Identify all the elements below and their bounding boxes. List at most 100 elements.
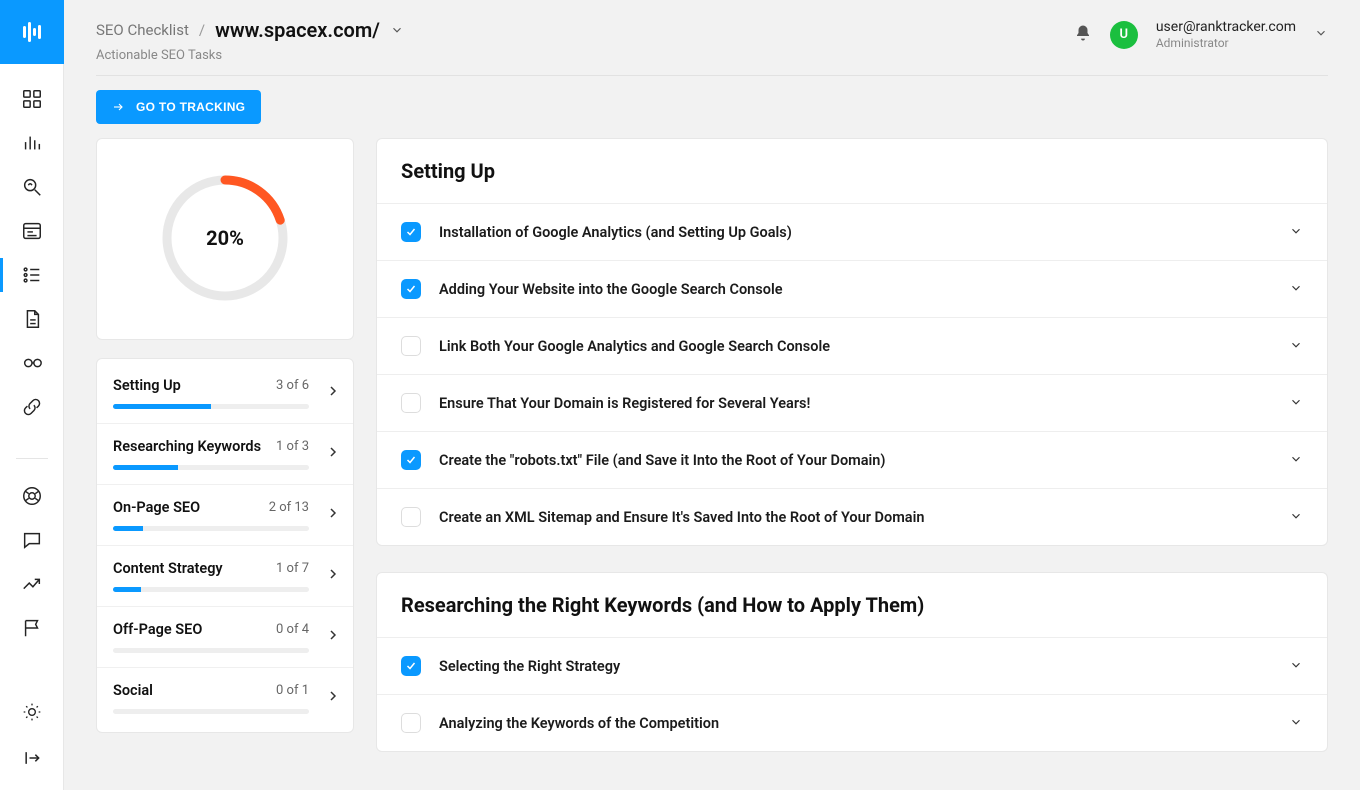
task-row[interactable]: Installation of Google Analytics (and Se… bbox=[377, 203, 1327, 260]
nav-trend[interactable] bbox=[0, 573, 64, 595]
main-area: SEO Checklist / www.spacex.com/ Actionab… bbox=[64, 0, 1360, 790]
nav-collapse[interactable] bbox=[22, 748, 42, 772]
category-count: 1 of 3 bbox=[276, 439, 309, 454]
nav-rail bbox=[0, 0, 64, 790]
task-label: Analyzing the Keywords of the Competitio… bbox=[439, 715, 1271, 732]
category-title: Researching Keywords bbox=[113, 438, 261, 455]
nav-audit[interactable] bbox=[0, 308, 64, 330]
category-count: 0 of 1 bbox=[276, 683, 309, 698]
nav-help[interactable] bbox=[0, 485, 64, 507]
task-label: Ensure That Your Domain is Registered fo… bbox=[439, 395, 1271, 412]
chevron-down-icon bbox=[1289, 223, 1303, 242]
category-count: 0 of 4 bbox=[276, 622, 309, 637]
task-checkbox[interactable] bbox=[401, 713, 421, 733]
go-to-tracking-button[interactable]: GO TO TRACKING bbox=[96, 90, 261, 124]
task-label: Installation of Google Analytics (and Se… bbox=[439, 224, 1271, 241]
task-checkbox[interactable] bbox=[401, 450, 421, 470]
chevron-right-icon bbox=[325, 566, 341, 586]
task-row[interactable]: Link Both Your Google Analytics and Goog… bbox=[377, 317, 1327, 374]
task-row[interactable]: Selecting the Right Strategy bbox=[377, 637, 1327, 694]
nav-backlink[interactable] bbox=[0, 396, 64, 418]
task-label: Create an XML Sitemap and Ensure It's Sa… bbox=[439, 509, 1271, 526]
category-progress-bar bbox=[113, 465, 309, 470]
category-count: 2 of 13 bbox=[269, 500, 309, 515]
user-menu-toggle[interactable] bbox=[1314, 25, 1328, 44]
nav-checklist[interactable] bbox=[0, 264, 64, 286]
task-row[interactable]: Analyzing the Keywords of the Competitio… bbox=[377, 694, 1327, 751]
category-title: Content Strategy bbox=[113, 560, 223, 577]
section-title: Setting Up bbox=[376, 138, 1328, 203]
task-checkbox[interactable] bbox=[401, 507, 421, 527]
task-row[interactable]: Create an XML Sitemap and Ensure It's Sa… bbox=[377, 488, 1327, 545]
task-checkbox[interactable] bbox=[401, 336, 421, 356]
chevron-right-icon bbox=[325, 688, 341, 708]
user-role: Administrator bbox=[1156, 36, 1296, 52]
task-checkbox[interactable] bbox=[401, 656, 421, 676]
category-item[interactable]: On-Page SEO2 of 13 bbox=[97, 485, 353, 546]
user-info: user@ranktracker.com Administrator bbox=[1156, 18, 1296, 52]
nav-keyword-research[interactable] bbox=[0, 176, 64, 198]
category-item[interactable]: Social 0 of 1 bbox=[97, 668, 353, 728]
nav-theme[interactable] bbox=[22, 702, 42, 726]
sections-column: Setting Up Installation of Google Analyti… bbox=[376, 138, 1328, 752]
chevron-down-icon[interactable] bbox=[390, 23, 404, 37]
chevron-right-icon bbox=[325, 505, 341, 525]
category-progress-bar bbox=[113, 526, 309, 531]
page-header: SEO Checklist / www.spacex.com/ Actionab… bbox=[64, 0, 1360, 69]
task-row[interactable]: Create the "robots.txt" File (and Save i… bbox=[377, 431, 1327, 488]
breadcrumb-domain[interactable]: www.spacex.com/ bbox=[215, 18, 380, 42]
task-checkbox[interactable] bbox=[401, 222, 421, 242]
app-logo[interactable] bbox=[0, 0, 64, 64]
header-divider bbox=[96, 75, 1328, 76]
task-section: Setting Up Installation of Google Analyti… bbox=[376, 138, 1328, 546]
content-area: 20% Setting Up 3 of 6 Researching Keywords… bbox=[64, 138, 1360, 790]
task-checkbox[interactable] bbox=[401, 279, 421, 299]
chevron-right-icon bbox=[325, 383, 341, 403]
nav-analytics[interactable] bbox=[0, 132, 64, 154]
chevron-right-icon bbox=[325, 444, 341, 464]
nav-serp[interactable] bbox=[0, 220, 64, 242]
progress-percent-label: 20% bbox=[150, 163, 300, 313]
cta-label: GO TO TRACKING bbox=[136, 100, 245, 114]
task-checkbox[interactable] bbox=[401, 393, 421, 413]
user-avatar[interactable]: U bbox=[1110, 21, 1138, 49]
nav-bottom bbox=[22, 702, 42, 790]
task-label: Adding Your Website into the Google Sear… bbox=[439, 281, 1271, 298]
chevron-down-icon bbox=[1289, 337, 1303, 356]
progress-gauge: 20% bbox=[150, 163, 300, 313]
category-progress-bar bbox=[113, 648, 309, 653]
chevron-down-icon bbox=[1289, 451, 1303, 470]
category-title: Setting Up bbox=[113, 377, 181, 394]
nav-monitor[interactable] bbox=[0, 352, 64, 374]
category-item[interactable]: Researching Keywords 1 of 3 bbox=[97, 424, 353, 485]
category-progress-bar bbox=[113, 404, 309, 409]
task-label: Link Both Your Google Analytics and Goog… bbox=[439, 338, 1271, 355]
category-item[interactable]: Off-Page SEO 0 of 4 bbox=[97, 607, 353, 668]
chevron-down-icon bbox=[1289, 394, 1303, 413]
task-row[interactable]: Ensure That Your Domain is Registered fo… bbox=[377, 374, 1327, 431]
category-item[interactable]: Setting Up 3 of 6 bbox=[97, 363, 353, 424]
nav-flag[interactable] bbox=[0, 617, 64, 639]
category-count: 3 of 6 bbox=[276, 378, 309, 393]
breadcrumb-section[interactable]: SEO Checklist bbox=[96, 21, 189, 39]
breadcrumb-separator: / bbox=[199, 21, 205, 39]
progress-gauge-card: 20% bbox=[96, 138, 354, 340]
nav-divider bbox=[16, 458, 48, 459]
chevron-down-icon bbox=[1289, 714, 1303, 733]
chevron-right-icon bbox=[325, 627, 341, 647]
nav-dashboard[interactable] bbox=[0, 88, 64, 110]
notifications-icon[interactable] bbox=[1074, 24, 1092, 46]
category-progress-bar bbox=[113, 709, 309, 714]
category-title: Off-Page SEO bbox=[113, 621, 202, 638]
task-row[interactable]: Adding Your Website into the Google Sear… bbox=[377, 260, 1327, 317]
category-title: Social bbox=[113, 682, 153, 699]
chevron-down-icon bbox=[1289, 657, 1303, 676]
nav-chat[interactable] bbox=[0, 529, 64, 551]
nav-primary bbox=[0, 88, 64, 639]
chevron-down-icon bbox=[1289, 280, 1303, 299]
section-title: Researching the Right Keywords (and How … bbox=[376, 572, 1328, 637]
task-list: Selecting the Right Strategy Analyzing th… bbox=[376, 637, 1328, 752]
category-item[interactable]: Content Strategy1 of 7 bbox=[97, 546, 353, 607]
header-actions: U user@ranktracker.com Administrator bbox=[1074, 18, 1328, 52]
page-subtitle: Actionable SEO Tasks bbox=[96, 48, 404, 63]
